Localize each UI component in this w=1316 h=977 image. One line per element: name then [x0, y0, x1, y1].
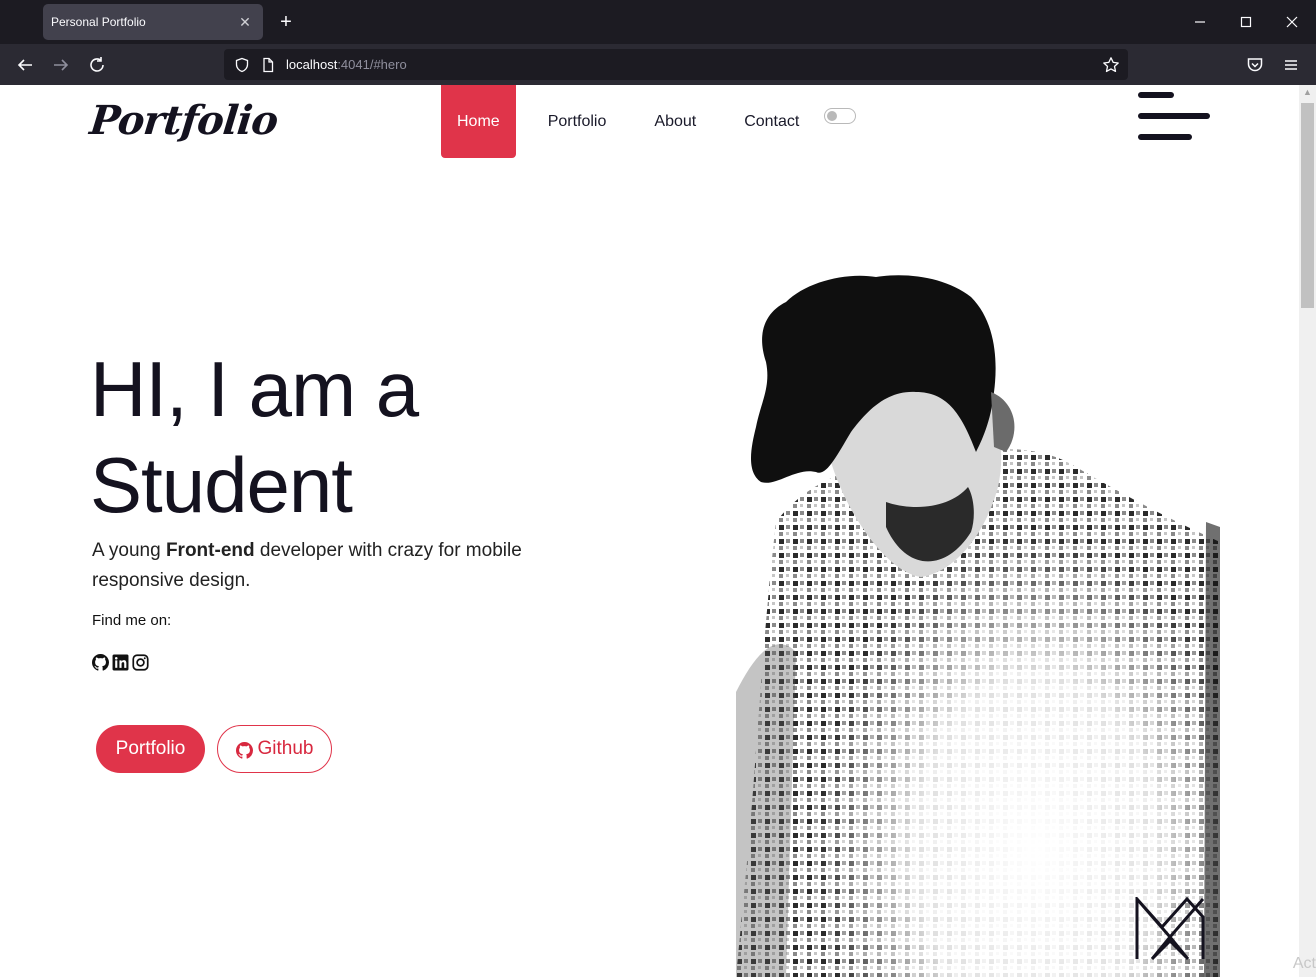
portfolio-button[interactable]: Portfolio [96, 725, 205, 773]
reload-icon[interactable] [86, 54, 108, 76]
minimize-icon[interactable] [1190, 12, 1210, 32]
instagram-icon[interactable] [132, 654, 149, 671]
site-logo[interactable]: Portfolio [88, 97, 280, 144]
browser-tab[interactable]: Personal Portfolio ✕ [43, 4, 263, 40]
forward-icon[interactable] [50, 54, 72, 76]
github-icon [235, 742, 253, 759]
hero-subtitle: A young Front-end developer with crazy f… [92, 536, 552, 596]
browser-tab-bar: Personal Portfolio ✕ + [0, 0, 1316, 44]
scroll-up-arrow-icon[interactable]: ▲ [1303, 88, 1312, 97]
mn-logo-icon [1134, 895, 1206, 961]
url-bar[interactable]: localhost:4041/#hero [224, 49, 1128, 80]
page-viewport: Portfolio Home Portfolio About Contact H… [0, 85, 1316, 977]
github-icon[interactable] [92, 654, 109, 671]
maximize-icon[interactable] [1236, 12, 1256, 32]
menu-icon[interactable] [1280, 54, 1302, 76]
linkedin-icon[interactable] [112, 654, 129, 671]
nav-about[interactable]: About [630, 85, 720, 158]
activate-watermark-text: Act [1292, 955, 1316, 972]
social-links [92, 654, 149, 671]
hamburger-line [1138, 134, 1192, 140]
hamburger-line [1138, 113, 1210, 119]
scroll-thumb[interactable] [1301, 103, 1314, 308]
close-icon[interactable]: ✕ [237, 14, 253, 30]
hero-title-line1: HI, I am a [90, 345, 419, 433]
hamburger-line [1138, 92, 1174, 98]
nav-home[interactable]: Home [441, 85, 516, 158]
hero-portrait-image [736, 272, 1220, 977]
find-me-label: Find me on: [92, 612, 172, 629]
browser-toolbar: localhost:4041/#hero [0, 44, 1316, 85]
plus-icon[interactable]: + [276, 12, 296, 32]
back-icon[interactable] [14, 54, 36, 76]
star-icon[interactable] [1102, 56, 1120, 74]
hero-sub-pre: A young [92, 540, 166, 561]
page-icon [260, 57, 276, 73]
github-button-label: Github [257, 738, 314, 759]
shield-icon[interactable] [234, 57, 250, 73]
url-text: localhost:4041/#hero [286, 57, 407, 72]
hamburger-menu-icon[interactable] [1138, 91, 1210, 143]
url-host: localhost [286, 57, 338, 72]
page-scrollbar[interactable]: ▲ [1299, 85, 1316, 977]
hero-title: HI, I am a Student [90, 341, 590, 533]
window-close-icon[interactable] [1282, 12, 1302, 32]
main-nav: Home Portfolio About Contact [441, 85, 857, 158]
theme-toggle[interactable] [824, 107, 857, 124]
url-path: :4041/#hero [337, 57, 407, 72]
hero-title-line2: Student [90, 441, 353, 529]
hero-sub-bold: Front-end [165, 540, 255, 561]
nav-portfolio[interactable]: Portfolio [516, 85, 631, 158]
tab-title: Personal Portfolio [51, 15, 146, 29]
nav-contact[interactable]: Contact [720, 85, 815, 158]
pocket-icon[interactable] [1244, 54, 1266, 76]
github-button[interactable]: Github [217, 725, 332, 773]
toggle-knob [827, 110, 838, 121]
